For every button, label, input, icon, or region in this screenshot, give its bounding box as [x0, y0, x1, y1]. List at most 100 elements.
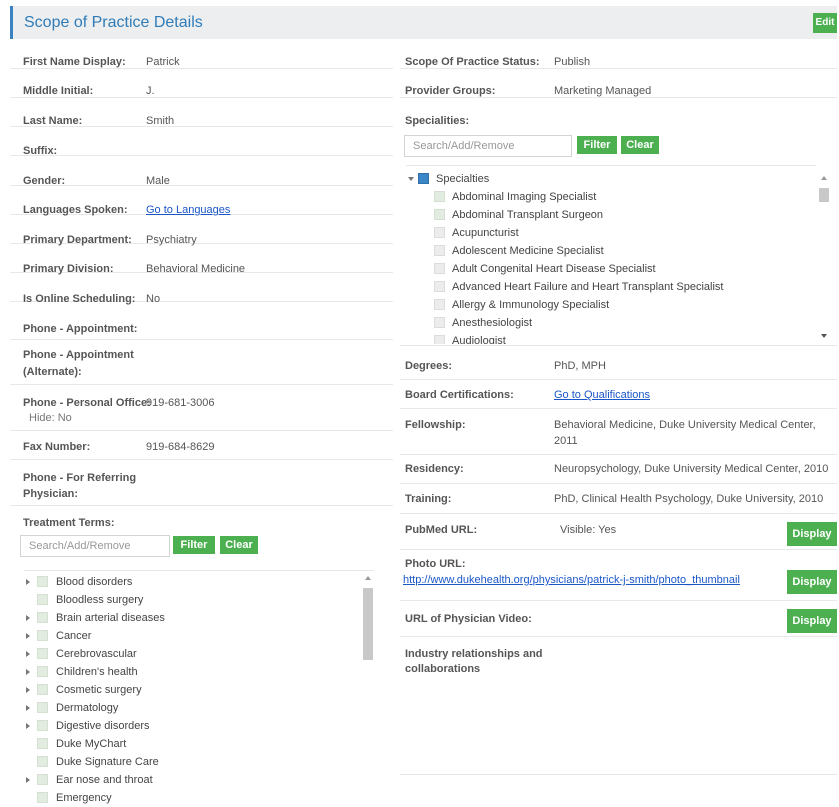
field-training: Training: PhD, Clinical Health Psycholog… — [400, 484, 837, 514]
field-fax-number: Fax Number: 919-684-8629 — [10, 431, 393, 460]
treatment-clear-button[interactable]: Clear — [220, 536, 258, 554]
checkbox-icon[interactable] — [37, 630, 48, 641]
field-primary-department: Primary Department: Psychiatry — [10, 215, 393, 246]
tree-item[interactable]: Duke Signature Care — [24, 753, 364, 771]
checkbox-icon[interactable] — [434, 263, 445, 274]
field-scope-status: Scope Of Practice Status: Publish — [400, 40, 837, 69]
pubmed-display-button[interactable]: Display — [787, 522, 837, 546]
checkbox-icon[interactable] — [37, 612, 48, 623]
section-header: Scope of Practice Details Edit — [10, 6, 837, 39]
checkbox-icon[interactable] — [434, 299, 445, 310]
left-column: First Name Display: Patrick Middle Initi… — [10, 40, 393, 806]
checkbox-icon[interactable] — [37, 702, 48, 713]
tree-item[interactable]: Abdominal Imaging Specialist — [406, 188, 806, 206]
field-last-name: Last Name: Smith — [10, 98, 393, 127]
checkbox-icon[interactable] — [37, 684, 48, 695]
checkbox-icon[interactable] — [434, 245, 445, 256]
field-online-scheduling: Is Online Scheduling: No — [10, 273, 393, 305]
scroll-thumb[interactable] — [363, 588, 373, 660]
checkbox-icon[interactable] — [37, 666, 48, 677]
field-first-name: First Name Display: Patrick — [10, 40, 393, 69]
checkbox-icon[interactable] — [37, 720, 48, 731]
tree-item[interactable]: Cancer — [24, 627, 364, 645]
tree-item[interactable]: Ear nose and throat — [24, 771, 364, 789]
field-industry-relationships: Industry relationships and collaboration… — [405, 648, 543, 675]
scroll-up-icon[interactable] — [821, 176, 827, 180]
tree-item[interactable]: Advanced Heart Failure and Heart Transpl… — [406, 278, 806, 296]
checkbox-icon[interactable] — [434, 209, 445, 220]
scroll-thumb[interactable] — [819, 188, 829, 202]
checkbox-icon[interactable] — [434, 191, 445, 202]
checkbox-icon[interactable] — [434, 317, 445, 328]
checkbox-icon[interactable] — [37, 648, 48, 659]
treatment-search-input[interactable] — [20, 535, 170, 557]
tree-item[interactable]: Blood disorders — [24, 573, 364, 591]
checkbox-icon[interactable] — [37, 594, 48, 605]
tree-item[interactable]: Cosmetic surgery — [24, 681, 364, 699]
tree-item[interactable]: Digestive disorders — [24, 717, 364, 735]
scroll-down-icon[interactable] — [821, 334, 827, 338]
tree-item[interactable]: Dermatology — [24, 699, 364, 717]
checkbox-icon[interactable] — [434, 335, 445, 344]
expand-arrow-icon[interactable] — [26, 633, 30, 639]
scroll-up-icon[interactable] — [365, 576, 371, 580]
expand-arrow-icon[interactable] — [26, 705, 30, 711]
field-photo-url: Photo URL: http://www.dukehealth.org/phy… — [400, 550, 837, 601]
expand-arrow-icon[interactable] — [26, 687, 30, 693]
treatment-terms-label: Treatment Terms: — [23, 517, 115, 529]
tree-item[interactable]: Abdominal Transplant Surgeon — [406, 206, 806, 224]
field-phone-personal-office: Phone - Personal Office: 919-681-3006 Hi… — [10, 385, 393, 431]
field-phone-appointment: Phone - Appointment: — [10, 302, 393, 340]
tree-item[interactable]: Cerebrovascular — [24, 645, 364, 663]
qualifications-link[interactable]: Go to Qualifications — [554, 388, 650, 403]
checkbox-icon[interactable] — [37, 792, 48, 803]
tree-item[interactable]: Brain arterial diseases — [24, 609, 364, 627]
tree-item[interactable]: Children's health — [24, 663, 364, 681]
field-phone-appointment-alt: Phone - Appointment (Alternate): — [10, 340, 393, 385]
field-primary-division: Primary Division: Behavioral Medicine — [10, 244, 393, 275]
tree-item[interactable]: Duke MyChart — [24, 735, 364, 753]
expand-arrow-icon[interactable] — [26, 579, 30, 585]
expand-arrow-icon[interactable] — [26, 651, 30, 657]
photo-display-button[interactable]: Display — [787, 570, 837, 594]
tree-item[interactable]: Emergency — [24, 789, 364, 807]
checkbox-icon[interactable] — [37, 774, 48, 785]
treatment-filter-button[interactable]: Filter — [173, 536, 215, 554]
checkbox-icon[interactable] — [434, 281, 445, 292]
field-languages: Languages Spoken: Go to Languages — [10, 186, 393, 216]
right-column: Scope Of Practice Status: Publish Provid… — [400, 40, 837, 775]
tree-item[interactable]: Allergy & Immunology Specialist — [406, 296, 806, 314]
checkbox-icon[interactable] — [418, 173, 429, 184]
video-display-button[interactable]: Display — [787, 609, 837, 633]
checkbox-icon[interactable] — [434, 227, 445, 238]
collapse-arrow-icon[interactable] — [408, 177, 414, 181]
checkbox-icon[interactable] — [37, 756, 48, 767]
specialities-search-input[interactable] — [404, 135, 572, 157]
treatment-search-group: Filter Clear — [20, 535, 260, 557]
field-board-certifications: Board Certifications: Go to Qualificatio… — [400, 380, 837, 409]
specialities-label: Specialities: — [405, 115, 470, 127]
tree-item[interactable]: Bloodless surgery — [24, 591, 364, 609]
specialities-search-group: Filter Clear — [404, 135, 664, 157]
field-middle-initial: Middle Initial: J. — [10, 69, 393, 98]
tree-item[interactable]: Adult Congenital Heart Disease Specialis… — [406, 260, 806, 278]
tree-item[interactable]: Adolescent Medicine Specialist — [406, 242, 806, 260]
expand-arrow-icon[interactable] — [26, 723, 30, 729]
expand-arrow-icon[interactable] — [26, 669, 30, 675]
edit-button[interactable]: Edit — [813, 13, 837, 33]
expand-arrow-icon[interactable] — [26, 615, 30, 621]
tree-item[interactable]: Anesthesiologist — [406, 314, 806, 332]
treatment-scrollbar[interactable] — [362, 574, 374, 806]
field-phone-referring: Phone - For Referring Physician: — [10, 460, 393, 506]
specialities-filter-button[interactable]: Filter — [577, 136, 617, 154]
expand-arrow-icon[interactable] — [26, 777, 30, 783]
tree-item[interactable]: Audiologist — [406, 332, 806, 344]
checkbox-icon[interactable] — [37, 738, 48, 749]
specialities-clear-button[interactable]: Clear — [621, 136, 659, 154]
specialities-scrollbar[interactable] — [818, 174, 830, 342]
tree-item[interactable]: Acupuncturist — [406, 224, 806, 242]
field-fellowship: Fellowship: Behavioral Medicine, Duke Un… — [400, 409, 837, 455]
checkbox-icon[interactable] — [37, 576, 48, 587]
photo-url-link[interactable]: http://www.dukehealth.org/physicians/pat… — [403, 573, 740, 588]
tree-item-root[interactable]: Specialties — [406, 170, 806, 188]
